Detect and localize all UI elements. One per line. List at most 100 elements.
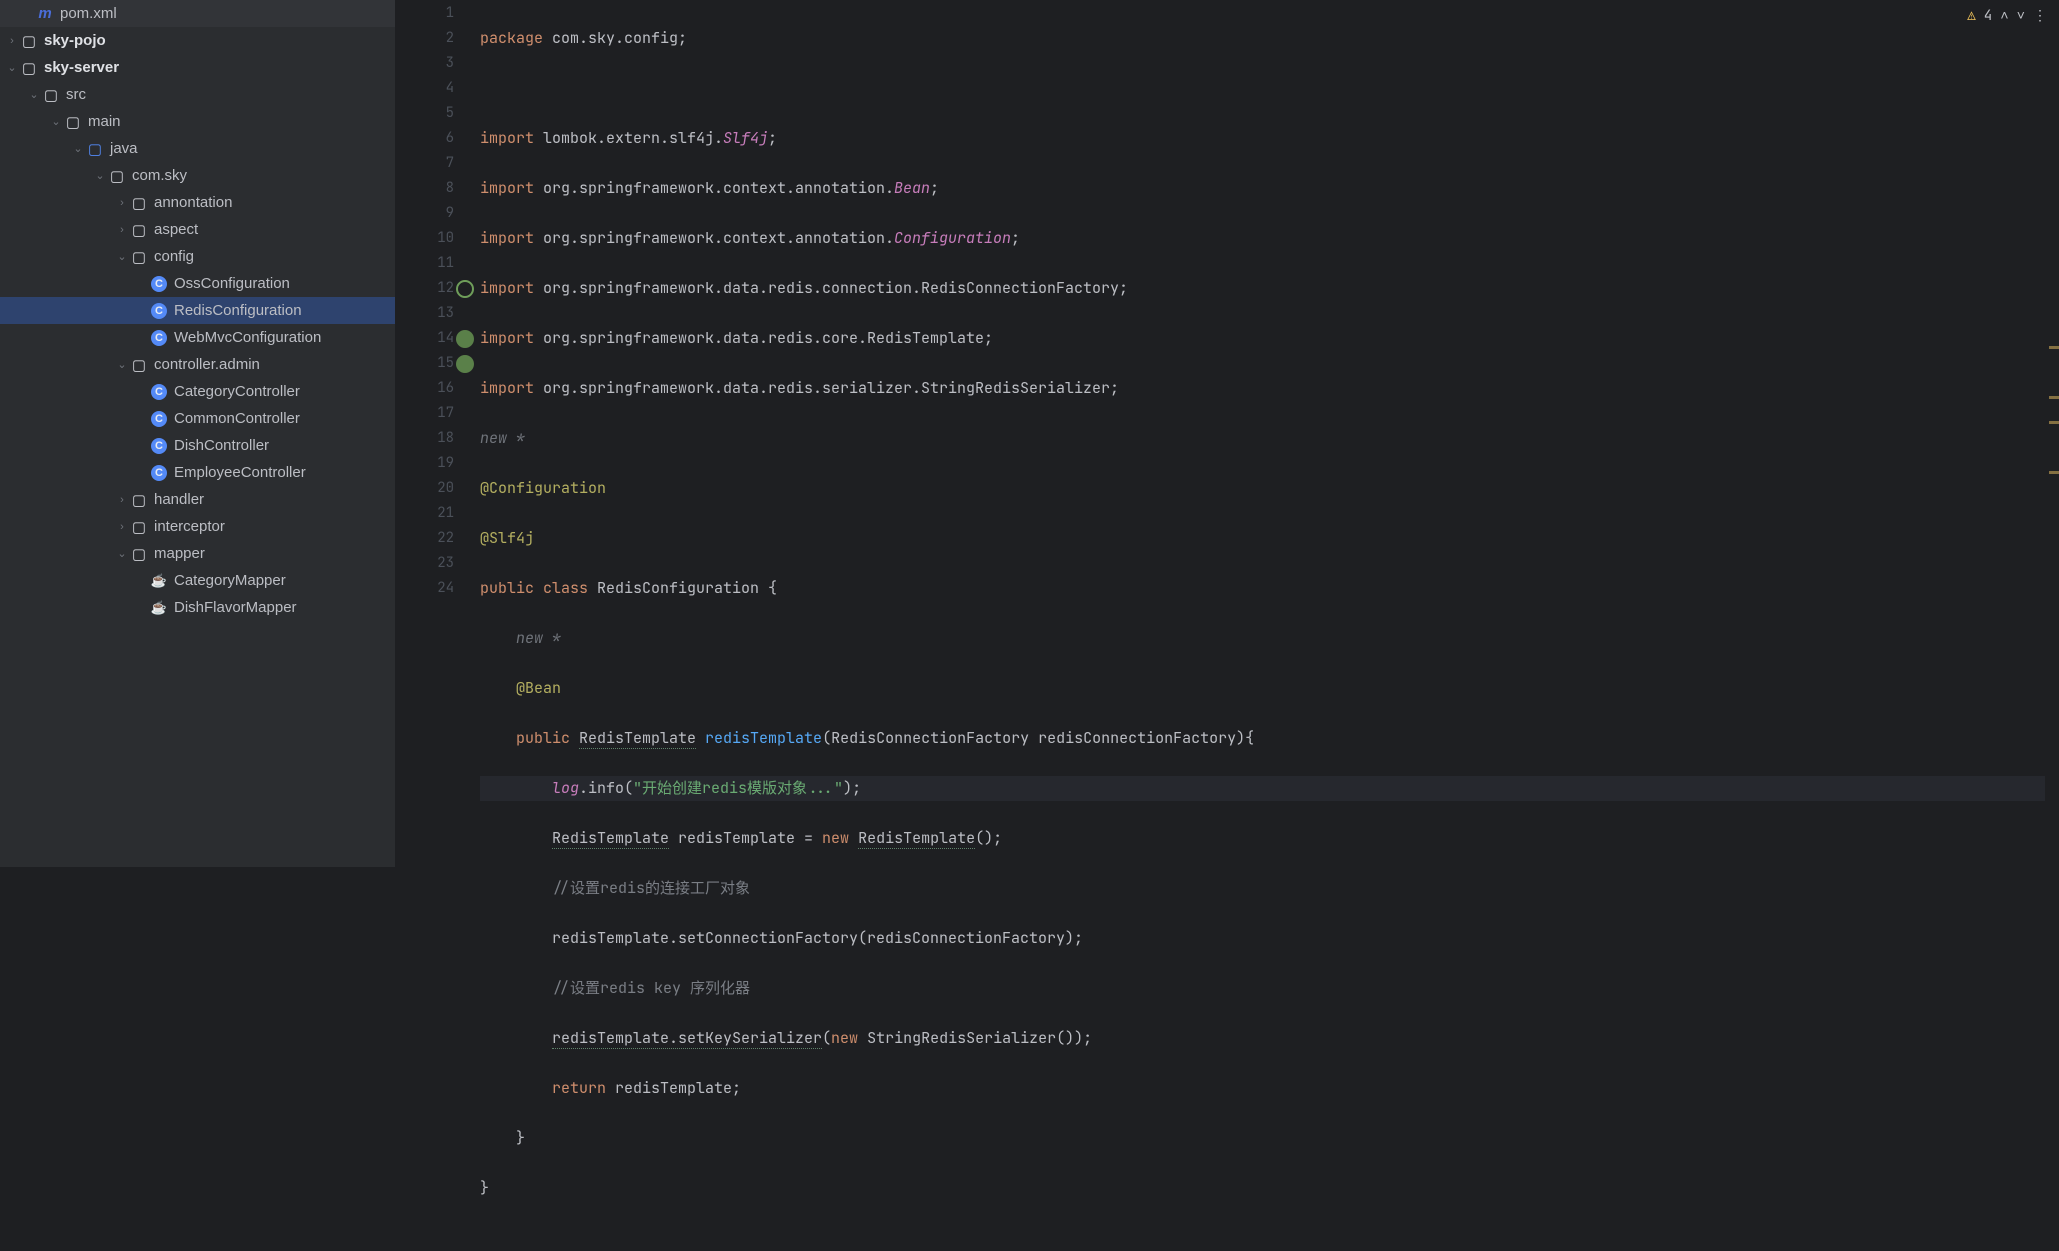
tree-item-sky-pojo[interactable]: › ▢ sky-pojo [0, 27, 395, 54]
inspection-widget[interactable]: ⚠ 4 ˄ ˅ ⋮ [1967, 7, 2047, 25]
gutter-bean-icon[interactable] [456, 355, 474, 373]
code-token: redisTemplate; [615, 1078, 741, 1098]
code-token: //设置redis key 序列化器 [480, 978, 750, 998]
code-token: RedisTemplate [552, 828, 669, 849]
package-icon: ▢ [130, 221, 148, 239]
line-number: 11 [396, 251, 454, 276]
chevron-down-icon[interactable]: ⌄ [48, 114, 64, 130]
tree-label: handler [154, 491, 204, 508]
code-token: } [480, 1178, 489, 1198]
tree-item-redis[interactable]: C RedisConfiguration [0, 297, 395, 324]
chevron-down-icon[interactable]: ⌄ [70, 141, 86, 157]
tree-item-config[interactable]: ⌄ ▢ config [0, 243, 395, 270]
chevron-right-icon[interactable]: › [4, 33, 20, 49]
tree-label: DishFlavorMapper [174, 599, 297, 616]
code-token: import [480, 178, 543, 198]
folder-icon: ▢ [20, 59, 38, 77]
tree-label: aspect [154, 221, 198, 238]
line-number: 20 [396, 476, 454, 501]
tree-item-aspect[interactable]: › ▢ aspect [0, 216, 395, 243]
tree-item-catmapper[interactable]: CategoryMapper [0, 567, 395, 594]
error-stripe[interactable] [2045, 1, 2059, 1251]
gutter-suppress-icon[interactable] [456, 280, 474, 298]
tree-item-dish[interactable]: C DishController [0, 432, 395, 459]
tree-item-handler[interactable]: › ▢ handler [0, 486, 395, 513]
code-token: org.springframework.context.annotation. [543, 228, 894, 248]
chevron-down-icon[interactable]: ⌄ [92, 168, 108, 184]
code-area[interactable]: package com.sky.config; import lombok.ex… [474, 1, 2059, 1251]
tree-item-sky-server[interactable]: ⌄ ▢ sky-server [0, 54, 395, 81]
tree-item-cat[interactable]: C CategoryController [0, 378, 395, 405]
code-token: RedisConfiguration { [597, 578, 777, 598]
stripe-mark[interactable] [2049, 421, 2059, 424]
tree-label: controller.admin [154, 356, 260, 373]
code-token: ( [822, 1028, 831, 1048]
package-icon: ▢ [108, 167, 126, 185]
class-icon: C [150, 383, 168, 401]
package-icon: ▢ [130, 491, 148, 509]
code-token: StringRedisSerializer()); [867, 1028, 1092, 1048]
tree-item-main[interactable]: ⌄ ▢ main [0, 108, 395, 135]
package-icon: ▢ [130, 356, 148, 374]
tree-item-webmvc[interactable]: C WebMvcConfiguration [0, 324, 395, 351]
stripe-mark[interactable] [2049, 396, 2059, 399]
tree-label: CategoryMapper [174, 572, 286, 589]
code-token: } [480, 1128, 525, 1148]
tree-item-dishflavormapper[interactable]: DishFlavorMapper [0, 594, 395, 621]
code-token: @Configuration [480, 478, 606, 498]
tree-item-oss[interactable]: C OssConfiguration [0, 270, 395, 297]
chevron-down-icon[interactable]: ⌄ [4, 60, 20, 76]
tree-item-annontation[interactable]: › ▢ annontation [0, 189, 395, 216]
tree-item-controller-admin[interactable]: ⌄ ▢ controller.admin [0, 351, 395, 378]
chevron-right-icon[interactable]: › [114, 492, 130, 508]
chevron-right-icon[interactable]: › [114, 195, 130, 211]
chevron-down-icon[interactable]: ˅ [2017, 7, 2025, 25]
tree-item-comsky[interactable]: ⌄ ▢ com.sky [0, 162, 395, 189]
line-number: 14 [396, 326, 454, 351]
chevron-down-icon[interactable]: ⌄ [26, 87, 42, 103]
code-token: import [480, 128, 543, 148]
line-number: 1 [396, 1, 454, 26]
chevron-right-icon[interactable]: › [114, 519, 130, 535]
code-token: package [480, 28, 552, 48]
gutter[interactable]: 1 2 3 4 5 6 7 8 9 10 11 12 13 14 15 16 1… [396, 1, 474, 1251]
chevron-down-icon[interactable]: ⌄ [114, 546, 130, 562]
editor-body[interactable]: 1 2 3 4 5 6 7 8 9 10 11 12 13 14 15 16 1… [396, 1, 2059, 1251]
class-icon: C [150, 329, 168, 347]
tree-item-pom[interactable]: m pom.xml [0, 0, 395, 27]
line-number: 10 [396, 226, 454, 251]
chevron-down-icon[interactable]: ⌄ [114, 357, 130, 373]
tree-item-mapper[interactable]: ⌄ ▢ mapper [0, 540, 395, 567]
line-number: 8 [396, 176, 454, 201]
tree-item-java[interactable]: ⌄ ▢ java [0, 135, 395, 162]
tree-item-common[interactable]: C CommonController [0, 405, 395, 432]
code-token: log [552, 778, 579, 798]
chevron-down-icon[interactable]: ⌄ [114, 249, 130, 265]
code-token: Slf4j [723, 128, 768, 148]
project-tree[interactable]: m pom.xml › ▢ sky-pojo ⌄ ▢ sky-server ⌄ … [0, 0, 396, 867]
code-token: (RedisConnectionFactory redisConnectionF… [822, 728, 1254, 748]
tree-item-src[interactable]: ⌄ ▢ src [0, 81, 395, 108]
class-icon: C [150, 410, 168, 428]
stripe-mark[interactable] [2049, 346, 2059, 349]
chevron-right-icon[interactable]: › [114, 222, 130, 238]
tree-item-emp[interactable]: C EmployeeController [0, 459, 395, 486]
gutter-bean-icon[interactable] [456, 330, 474, 348]
code-token: new [822, 828, 858, 848]
interface-icon [150, 572, 168, 590]
line-number: 17 [396, 401, 454, 426]
class-icon: C [150, 302, 168, 320]
line-number: 9 [396, 201, 454, 226]
code-token: lombok.extern.slf4j. [543, 128, 723, 148]
code-token: ; [768, 128, 777, 148]
code-token: import [480, 278, 543, 298]
code-token: public [480, 578, 543, 598]
stripe-mark[interactable] [2049, 471, 2059, 474]
code-token: org.springframework.data.redis.core.Redi… [543, 328, 993, 348]
chevron-up-icon[interactable]: ˄ [2000, 7, 2008, 25]
tree-label: RedisConfiguration [174, 302, 302, 319]
code-token [480, 1028, 552, 1048]
line-number: 15 [396, 351, 454, 376]
tree-item-interceptor[interactable]: › ▢ interceptor [0, 513, 395, 540]
code-token: redisTemplate = [669, 828, 822, 848]
